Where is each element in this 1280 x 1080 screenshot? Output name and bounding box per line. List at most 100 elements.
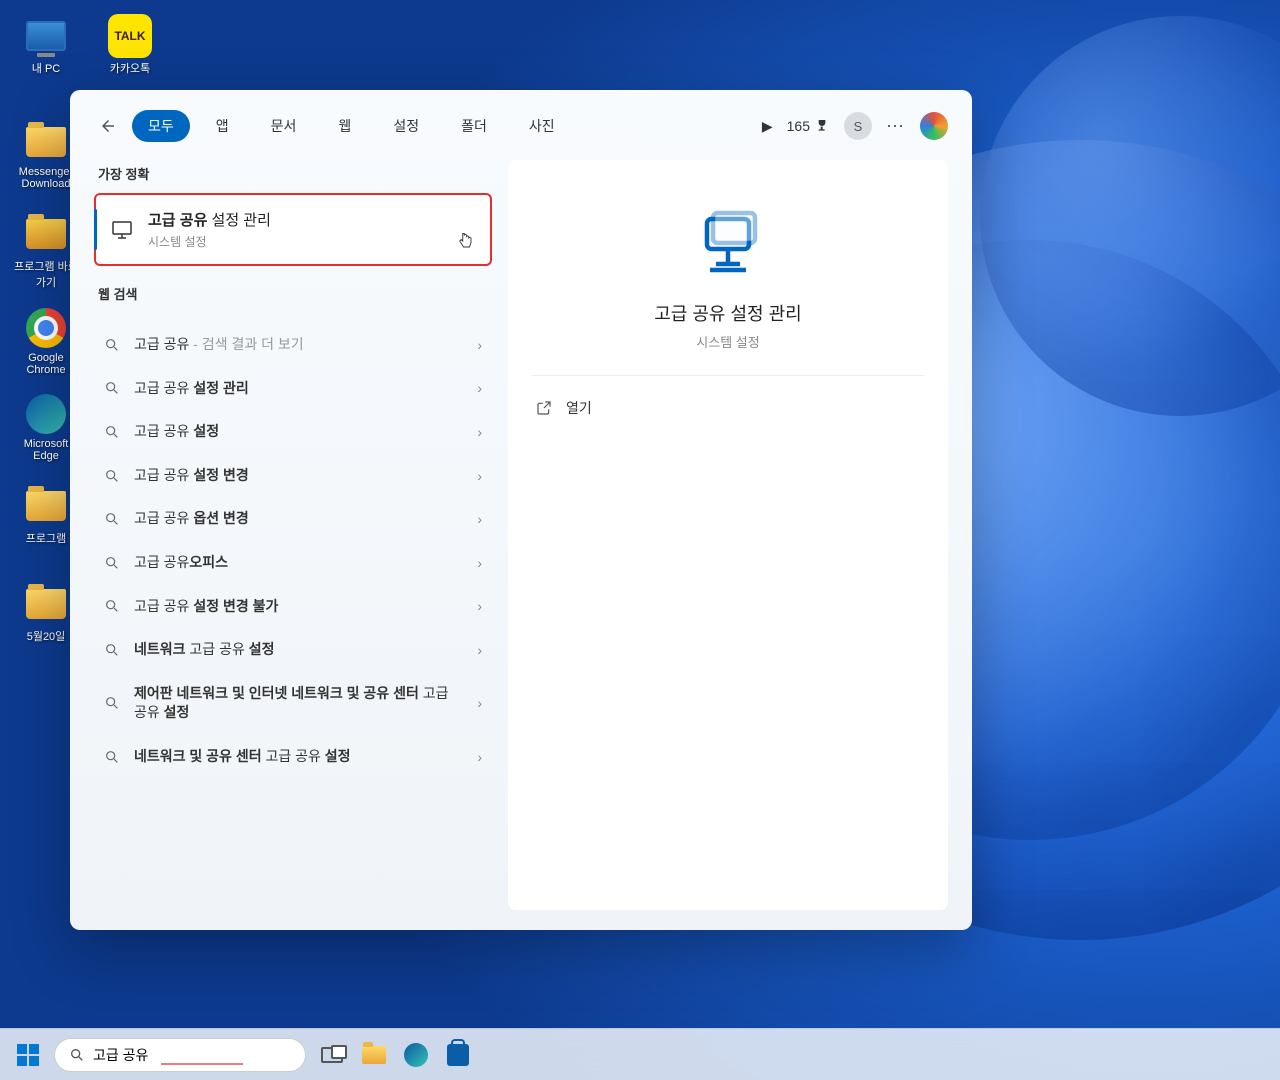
- search-icon: [104, 511, 120, 527]
- start-button[interactable]: [12, 1039, 44, 1071]
- file-explorer-button[interactable]: [358, 1039, 390, 1071]
- web-result-text: 고급 공유 설정 관리: [134, 379, 463, 399]
- section-web-search: 웹 검색: [98, 284, 492, 303]
- search-icon: [104, 598, 120, 614]
- results-column: 가장 정확 고급 공유 설정 관리 시스템 설정 웹 검색 고급 공유 - 검색…: [94, 160, 492, 910]
- rewards-points[interactable]: 165: [787, 118, 830, 134]
- taskbar-search-box[interactable]: [54, 1038, 306, 1072]
- folder-icon: [26, 127, 66, 157]
- web-result-item[interactable]: 고급 공유 설정 ›: [94, 410, 492, 454]
- open-label: 열기: [566, 398, 592, 418]
- monitor-network-icon: [692, 210, 764, 282]
- detail-panel: 고급 공유 설정 관리 시스템 설정 열기: [508, 160, 948, 910]
- folder-icon: [26, 219, 66, 249]
- best-match-title: 고급 공유 설정 관리: [148, 209, 271, 230]
- best-match-subtitle: 시스템 설정: [148, 233, 271, 250]
- web-result-text: 고급 공유 설정: [134, 422, 463, 442]
- detail-subtitle: 시스템 설정: [696, 332, 759, 351]
- chevron-right-icon: ›: [477, 337, 482, 353]
- desktop-icon-label: 프로그램: [26, 530, 66, 546]
- web-result-text: 네트워크 고급 공유 설정: [134, 640, 463, 660]
- desktop-icon-this-pc[interactable]: 내 PC: [10, 10, 82, 80]
- back-button[interactable]: [94, 112, 122, 140]
- edge-icon: [404, 1043, 428, 1067]
- store-button[interactable]: [442, 1039, 474, 1071]
- web-results-list: 고급 공유 - 검색 결과 더 보기 › 고급 공유 설정 관리 › 고급 공유…: [94, 323, 492, 779]
- web-result-text: 고급 공유 옵션 변경: [134, 509, 463, 529]
- open-action[interactable]: 열기: [532, 388, 596, 428]
- play-icon[interactable]: ▶: [762, 118, 773, 135]
- folder-icon: [362, 1046, 386, 1064]
- web-result-item[interactable]: 네트워크 및 공유 센터 고급 공유 설정 ›: [94, 735, 492, 779]
- web-result-item[interactable]: 고급 공유 설정 관리 ›: [94, 367, 492, 411]
- tab-web[interactable]: 웹: [322, 110, 367, 142]
- chevron-right-icon: ›: [477, 555, 482, 571]
- spellcheck-underline: [161, 1063, 243, 1065]
- folder-icon: [26, 491, 66, 521]
- search-icon: [104, 468, 120, 484]
- web-result-text: 고급 공유 설정 변경 불가: [134, 597, 463, 617]
- chevron-right-icon: ›: [477, 511, 482, 527]
- chevron-right-icon: ›: [477, 424, 482, 440]
- chrome-icon: [26, 308, 66, 348]
- section-best-match: 가장 정확: [98, 164, 492, 183]
- kakao-icon: TALK: [108, 14, 152, 58]
- store-icon: [447, 1044, 469, 1066]
- search-icon: [104, 749, 120, 765]
- desktop-icon-kakaotalk[interactable]: TALK 카카오톡: [94, 10, 166, 80]
- folder-icon: [26, 589, 66, 619]
- chevron-right-icon: ›: [477, 642, 482, 658]
- desktop-icon-label: Microsoft Edge: [14, 438, 78, 462]
- desktop-icon-label: 카카오톡: [110, 60, 150, 76]
- open-external-icon: [536, 400, 552, 416]
- search-icon: [69, 1047, 85, 1063]
- web-result-text: 고급 공유 설정 변경: [134, 466, 463, 486]
- web-result-item[interactable]: 네트워크 고급 공유 설정 ›: [94, 628, 492, 672]
- search-icon: [104, 695, 120, 711]
- best-match-result[interactable]: 고급 공유 설정 관리 시스템 설정: [94, 193, 492, 266]
- desktop-icon-label: 5월20일: [27, 628, 66, 644]
- chevron-right-icon: ›: [477, 598, 482, 614]
- copilot-icon[interactable]: [920, 112, 948, 140]
- web-result-item[interactable]: 고급 공유 설정 변경 불가 ›: [94, 585, 492, 629]
- taskbar-search-input[interactable]: [93, 1047, 291, 1063]
- web-result-item[interactable]: 고급 공유 설정 변경 ›: [94, 454, 492, 498]
- more-button[interactable]: ⋯: [886, 116, 906, 137]
- search-icon: [104, 555, 120, 571]
- cursor-hand-icon: [456, 232, 474, 250]
- web-result-text: 고급 공유 - 검색 결과 더 보기: [134, 335, 463, 355]
- search-icon: [104, 424, 120, 440]
- arrow-left-icon: [99, 117, 117, 135]
- web-result-text: 고급 공유오피스: [134, 553, 463, 573]
- tab-apps[interactable]: 앱: [200, 110, 245, 142]
- web-result-item[interactable]: 고급 공유 옵션 변경 ›: [94, 497, 492, 541]
- search-header: 모두 앱 문서 웹 설정 폴더 사진 ▶ 165 S ⋯: [94, 110, 948, 142]
- detail-title: 고급 공유 설정 관리: [654, 300, 801, 326]
- user-avatar[interactable]: S: [844, 112, 872, 140]
- web-result-item[interactable]: 고급 공유오피스 ›: [94, 541, 492, 585]
- taskbar: [0, 1028, 1280, 1080]
- tab-folders[interactable]: 폴더: [445, 110, 503, 142]
- task-view-button[interactable]: [316, 1039, 348, 1071]
- search-icon: [104, 642, 120, 658]
- tab-documents[interactable]: 문서: [255, 110, 313, 142]
- chevron-right-icon: ›: [477, 380, 482, 396]
- points-value: 165: [787, 118, 810, 134]
- tab-settings[interactable]: 설정: [377, 110, 435, 142]
- monitor-icon: [110, 218, 134, 242]
- tab-photos[interactable]: 사진: [513, 110, 571, 142]
- chevron-right-icon: ›: [477, 468, 482, 484]
- taskview-icon: [321, 1047, 343, 1063]
- windows-logo-icon: [17, 1044, 39, 1066]
- search-icon: [104, 380, 120, 396]
- tab-all[interactable]: 모두: [132, 110, 190, 142]
- web-result-item[interactable]: 제어판 네트워크 및 인터넷 네트워크 및 공유 센터 고급 공유 설정 ›: [94, 672, 492, 735]
- search-popup: 모두 앱 문서 웹 설정 폴더 사진 ▶ 165 S ⋯ 가장 정확 고급 공유…: [70, 90, 972, 930]
- web-result-text: 네트워크 및 공유 센터 고급 공유 설정: [134, 747, 463, 767]
- edge-button[interactable]: [400, 1039, 432, 1071]
- web-result-text: 제어판 네트워크 및 인터넷 네트워크 및 공유 센터 고급 공유 설정: [134, 684, 463, 723]
- trophy-icon: [814, 118, 830, 134]
- web-result-item[interactable]: 고급 공유 - 검색 결과 더 보기 ›: [94, 323, 492, 367]
- desktop-icon-label: Messenger Download: [14, 166, 78, 190]
- edge-icon: [26, 394, 66, 434]
